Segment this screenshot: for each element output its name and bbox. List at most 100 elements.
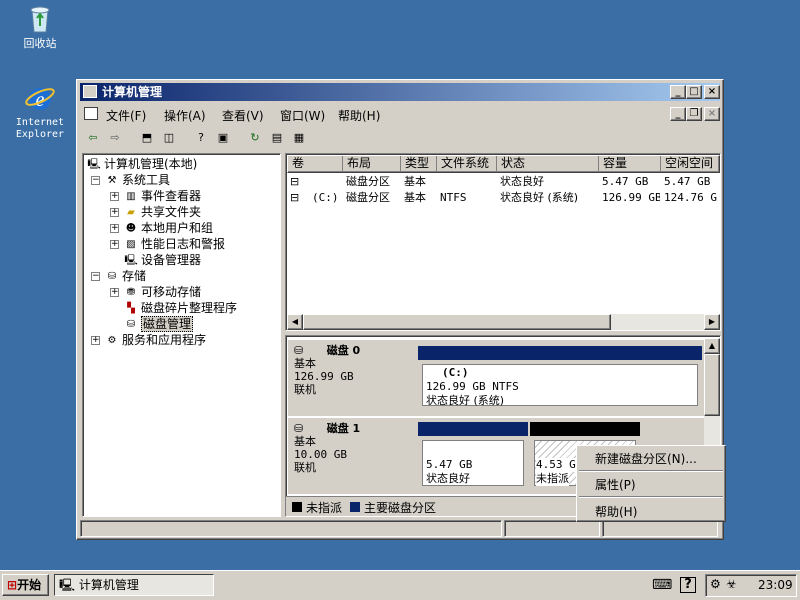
ime-help-icon[interactable]: ?	[680, 577, 696, 593]
properties-icon[interactable]: ▤	[268, 129, 286, 147]
menu-window[interactable]: 窗口(W)	[280, 107, 325, 124]
scroll-left-button[interactable]: ◀	[287, 314, 303, 330]
ie-desktop-icon[interactable]: e Internet Explorer	[5, 82, 75, 141]
partition-primary[interactable]: 5.47 GB 状态良好	[418, 422, 528, 490]
menu-item-new-partition[interactable]: 新建磁盘分区(N)...	[595, 450, 697, 467]
tree-item-shared-folders[interactable]: ▰ 共享文件夹	[124, 204, 201, 220]
tree-item-defrag[interactable]: ▚ 磁盘碎片整理程序	[124, 300, 237, 316]
disk-management-icon: ⛁	[126, 319, 136, 330]
keyboard-icon[interactable]: ⌨	[652, 577, 672, 593]
tree-label-event-viewer: 事件查看器	[141, 189, 202, 203]
cell-filesystem: NTFS	[440, 191, 467, 204]
horizontal-scrollbar[interactable]: ◀ ▶	[287, 314, 720, 330]
disk-name: 磁盘 1	[326, 422, 361, 435]
tree-item-removable-storage[interactable]: ⛃ 可移动存储	[124, 284, 201, 300]
minimize-button[interactable]: _	[670, 85, 686, 99]
tree-item-event-viewer[interactable]: ▥ 事件查看器	[124, 188, 201, 204]
tree-item-local-users[interactable]: ☻ 本地用户和组	[124, 220, 213, 236]
tree-item-device-manager[interactable]: 🖳 设备管理器	[124, 252, 201, 268]
tray-security-icon[interactable]: ☣	[726, 577, 737, 591]
column-header-status[interactable]: 状态	[496, 156, 598, 172]
task-label: 计算机管理	[78, 578, 139, 592]
expand-shared-folders[interactable]: +	[110, 208, 119, 217]
tree-item-root[interactable]: 🖳 计算机管理(本地)	[87, 156, 197, 172]
start-label: 开始	[17, 578, 42, 592]
show-panel-icon[interactable]: ▣	[214, 129, 232, 147]
disk-kind: 基本	[294, 357, 316, 370]
collapse-system-tools[interactable]: −	[91, 176, 100, 185]
maximize-button[interactable]: □	[686, 85, 702, 99]
tree-label-root: 计算机管理(本地)	[104, 157, 198, 171]
title-bar[interactable]: 计算机管理 _ □ ×	[80, 83, 720, 101]
collapse-storage[interactable]: −	[91, 272, 100, 281]
storage-icon: ⛁	[107, 271, 117, 282]
window-title: 计算机管理	[102, 85, 163, 99]
column-header-capacity[interactable]: 容量	[598, 156, 660, 172]
expand-perf-logs[interactable]: +	[110, 240, 119, 249]
forward-arrow-icon[interactable]: ⇨	[106, 129, 124, 147]
disk-row[interactable]: ⛁ 磁盘 0 基本 126.99 GB 联机 (C:) 126.99 GB NT…	[288, 340, 704, 416]
app-icon	[83, 85, 97, 98]
column-header-type[interactable]: 类型	[400, 156, 436, 172]
tree-label-device-manager: 设备管理器	[141, 253, 202, 267]
computer-management-task-icon: 🖳	[59, 578, 79, 592]
refresh-icon[interactable]: ↻	[246, 129, 264, 147]
vertical-scroll-thumb[interactable]	[704, 354, 720, 416]
tree-item-disk-management[interactable]: ⛁ 磁盘管理	[124, 316, 194, 332]
partition-c[interactable]: (C:) 126.99 GB NTFS 状态良好 (系统)	[418, 346, 702, 410]
tree-item-storage[interactable]: ⛁ 存储	[105, 268, 146, 284]
removable-storage-icon: ⛃	[126, 287, 136, 298]
cell-capacity: 126.99 GB	[602, 191, 660, 204]
expand-event-viewer[interactable]: +	[110, 192, 119, 201]
tree-label-disk-management: 磁盘管理	[141, 316, 194, 332]
column-header-volume[interactable]: 卷	[288, 156, 342, 172]
partition-label: (C:)	[442, 366, 469, 379]
scroll-right-button[interactable]: ▶	[704, 314, 720, 330]
help-icon[interactable]: ?	[192, 129, 210, 147]
menu-view[interactable]: 查看(V)	[222, 107, 264, 124]
menu-action[interactable]: 操作(A)	[164, 107, 206, 124]
start-button[interactable]: ⊞开始	[2, 574, 49, 596]
menu-help[interactable]: 帮助(H)	[338, 107, 380, 124]
child-restore-button[interactable]: ❐	[686, 107, 702, 121]
disk-state: 联机	[294, 461, 316, 474]
cell-status: 状态良好	[500, 175, 544, 188]
scroll-up-button[interactable]: ▲	[704, 338, 720, 354]
up-folder-icon[interactable]: ⬒	[138, 129, 156, 147]
recycle-bin-icon	[30, 6, 50, 33]
cell-layout: 磁盘分区	[346, 175, 390, 188]
expand-services-apps[interactable]: +	[91, 336, 100, 345]
disk-info: ⛁ 磁盘 1 基本 10.00 GB 联机	[294, 422, 414, 474]
menu-item-help[interactable]: 帮助(H)	[595, 503, 637, 520]
show-tree-icon[interactable]: ◫	[160, 129, 178, 147]
tray-clock[interactable]: 23:09	[758, 578, 793, 592]
column-header-filesystem[interactable]: 文件系统	[436, 156, 496, 172]
back-arrow-icon[interactable]: ⇦	[84, 129, 102, 147]
disk-drive-icon: ⛁	[294, 344, 307, 357]
column-header-layout[interactable]: 布局	[342, 156, 400, 172]
tree-label-defrag: 磁盘碎片整理程序	[141, 301, 238, 315]
cell-filesystem	[440, 174, 496, 190]
tree-item-system-tools[interactable]: ⚒ 系统工具	[105, 172, 171, 188]
expand-removable-storage[interactable]: +	[110, 288, 119, 297]
disk-info: ⛁ 磁盘 0 基本 126.99 GB 联机	[294, 344, 414, 396]
recycle-bin-desktop-icon[interactable]: 回收站	[5, 2, 75, 50]
export-list-icon[interactable]: ▦	[290, 129, 308, 147]
ie-label-line1: Internet	[15, 117, 65, 128]
tree-label-services-apps: 服务和应用程序	[122, 333, 207, 347]
child-close-button[interactable]: ×	[704, 107, 720, 121]
expand-local-users[interactable]: +	[110, 224, 119, 233]
tree-item-services-apps[interactable]: ⚙ 服务和应用程序	[105, 332, 207, 348]
horizontal-scroll-thumb[interactable]	[303, 314, 611, 330]
tree-item-perf-logs[interactable]: ▨ 性能日志和警报	[124, 236, 225, 252]
menu-item-properties[interactable]: 属性(P)	[595, 476, 636, 493]
child-minimize-button[interactable]: _	[670, 107, 686, 121]
system-tray: ⚙ ☣ 23:09	[705, 574, 797, 597]
close-button[interactable]: ×	[704, 85, 720, 99]
column-header-free-space[interactable]: 空闲空间	[660, 156, 720, 172]
task-button-computer-management[interactable]: 🖳 计算机管理	[54, 574, 214, 596]
unallocated-bar	[530, 422, 640, 436]
menu-file[interactable]: 文件(F)	[106, 107, 146, 124]
tray-network-icon[interactable]: ⚙	[710, 577, 721, 591]
disk-size: 10.00 GB	[294, 448, 347, 461]
